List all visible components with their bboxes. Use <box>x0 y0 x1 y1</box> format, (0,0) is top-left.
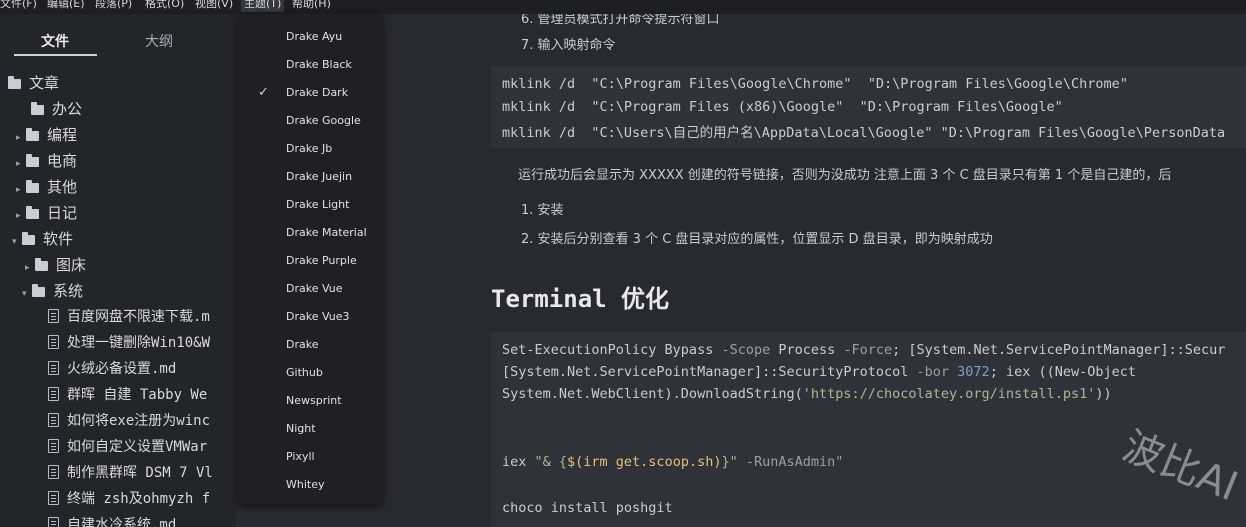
list-item: 6. 管理员模式打开命令提示符窗口 <box>521 14 720 27</box>
theme-option[interactable]: Drake Juejin <box>238 163 382 191</box>
theme-option[interactable]: Drake Ayu <box>238 23 382 51</box>
theme-option[interactable]: Github <box>238 359 382 387</box>
folder-icon <box>26 128 39 141</box>
folder-icon <box>32 284 45 297</box>
document-icon <box>48 491 59 505</box>
code-line: Set-ExecutionPolicy Bypass -Scope Proces… <box>502 342 1226 358</box>
check-icon: ✓ <box>258 85 269 100</box>
tree-folder-software[interactable]: ▾ 软件 <box>12 226 73 252</box>
code-line: mklink /d "C:\Program Files\Google\Chrom… <box>502 76 1128 92</box>
theme-option[interactable]: Drake Material <box>238 219 382 247</box>
sidebar-tabs: 文件 大纲 <box>0 14 236 60</box>
code-line: mklink /d "C:\Program Files (x86)\Google… <box>502 99 1063 115</box>
code-line: mklink /d "C:\Users\自己的用户名\AppData\Local… <box>502 125 1226 141</box>
theme-option[interactable]: Drake Light <box>238 191 382 219</box>
theme-option[interactable]: Drake Jb <box>238 135 382 163</box>
tree-file[interactable]: 百度网盘不限速下载.m <box>48 304 210 330</box>
document-icon <box>48 413 59 427</box>
menu-view[interactable]: 视图(V) <box>195 0 233 9</box>
chevron-down-icon[interactable]: ▾ <box>12 229 22 255</box>
tab-outline[interactable]: 大纲 <box>145 31 173 51</box>
tree-file[interactable]: 火绒必备设置.md <box>48 356 176 382</box>
document-icon <box>48 387 59 401</box>
code-line: iex "& {$(irm get.scoop.sh)}" -RunAsAdmi… <box>502 454 844 470</box>
menu-bar: 文件(F) 编辑(E) 段落(P) 格式(O) 视图(V) 主题(T) 帮助(H… <box>0 0 1246 14</box>
folder-icon <box>26 180 39 193</box>
theme-option[interactable]: Drake Purple <box>238 247 382 275</box>
list-item: 1. 安装 <box>521 203 564 218</box>
folder-icon <box>31 102 44 115</box>
menu-file[interactable]: 文件(F) <box>0 0 37 9</box>
editor-content[interactable]: 6. 管理员模式打开命令提示符窗口 7. 输入映射命令 mklink /d "C… <box>382 14 1246 527</box>
tree-file[interactable]: 群晖 自建 Tabby We <box>48 382 207 408</box>
theme-dropdown-menu: Drake Ayu Drake Black ✓ Drake Dark Drake … <box>238 14 382 504</box>
theme-option[interactable]: Whitey <box>238 471 382 499</box>
tab-active-indicator <box>14 54 97 56</box>
tree-file[interactable]: 处理一键删除Win10&W <box>48 330 210 356</box>
theme-option-selected[interactable]: ✓ Drake Dark <box>238 79 382 107</box>
theme-option[interactable]: Drake Vue <box>238 275 382 303</box>
document-icon <box>48 335 59 349</box>
tree-folder-articles[interactable]: 文章 <box>8 70 59 96</box>
tree-file[interactable]: 如何自定义设置VMWar <box>48 434 207 460</box>
theme-option[interactable]: Drake Black <box>238 51 382 79</box>
code-line: [System.Net.ServicePointManager]::Securi… <box>502 364 1136 380</box>
menu-paragraph[interactable]: 段落(P) <box>95 0 132 9</box>
tree-folder-imagehost[interactable]: ▸ 图床 <box>25 252 86 278</box>
document-icon <box>48 517 59 527</box>
section-heading: Terminal 优化 <box>491 285 670 313</box>
theme-option[interactable]: Drake Google <box>238 107 382 135</box>
tree-file[interactable]: 制作黑群晖 DSM 7 Vl <box>48 460 213 486</box>
document-icon <box>48 309 59 323</box>
tree-file[interactable]: 自建水冷系统.md <box>48 512 176 527</box>
chevron-down-icon[interactable]: ▾ <box>22 281 32 307</box>
theme-option[interactable]: Newsprint <box>238 387 382 415</box>
tab-files[interactable]: 文件 <box>41 31 69 51</box>
menu-theme[interactable]: 主题(T) <box>241 0 285 12</box>
folder-icon <box>35 258 48 271</box>
theme-option[interactable]: Night <box>238 415 382 443</box>
tree-folder-ecommerce[interactable]: ▸ 电商 <box>16 148 77 174</box>
tree-folder-diary[interactable]: ▸ 日记 <box>16 200 77 226</box>
sidebar: 文件 大纲 文章 办公 ▸ 编程 ▸ 电商 ▸ 其他 ▸ 日记 ▾ 软件 ▸ 图床 ▾ 系统 … <box>0 14 236 527</box>
theme-option[interactable]: Drake Vue3 <box>238 303 382 331</box>
menu-format[interactable]: 格式(O) <box>145 0 184 9</box>
folder-icon <box>8 76 21 89</box>
paragraph: 运行成功后会显示为 XXXXX 创建的符号链接，否则为没成功 注意上面 3 个 … <box>518 168 1172 183</box>
folder-icon <box>26 206 39 219</box>
document-icon <box>48 361 59 375</box>
tree-file[interactable]: 终端 zsh及ohmyzh f <box>48 486 210 512</box>
tree-folder-system[interactable]: ▾ 系统 <box>22 278 83 304</box>
folder-icon <box>22 232 35 245</box>
menu-edit[interactable]: 编辑(E) <box>47 0 85 9</box>
tree-folder-programming[interactable]: ▸ 编程 <box>16 122 77 148</box>
theme-option[interactable]: Drake <box>238 331 382 359</box>
document-icon <box>48 439 59 453</box>
code-line: System.Net.WebClient).DownloadString('ht… <box>502 386 1112 402</box>
tree-folder-office[interactable]: 办公 <box>31 96 82 122</box>
tree-file[interactable]: 如何将exe注册为winc <box>48 408 210 434</box>
folder-icon <box>26 154 39 167</box>
theme-option[interactable]: Pixyll <box>238 443 382 471</box>
menu-help[interactable]: 帮助(H) <box>292 0 331 9</box>
document-icon <box>48 465 59 479</box>
code-line: choco install poshgit <box>502 500 673 516</box>
code-block-mklink[interactable]: mklink /d "C:\Program Files\Google\Chrom… <box>491 66 1246 148</box>
tree-folder-other[interactable]: ▸ 其他 <box>16 174 77 200</box>
list-item: 2. 安装后分别查看 3 个 C 盘目录对应的属性，位置显示 D 盘目录，即为映… <box>521 232 993 247</box>
list-item: 7. 输入映射命令 <box>521 38 616 53</box>
